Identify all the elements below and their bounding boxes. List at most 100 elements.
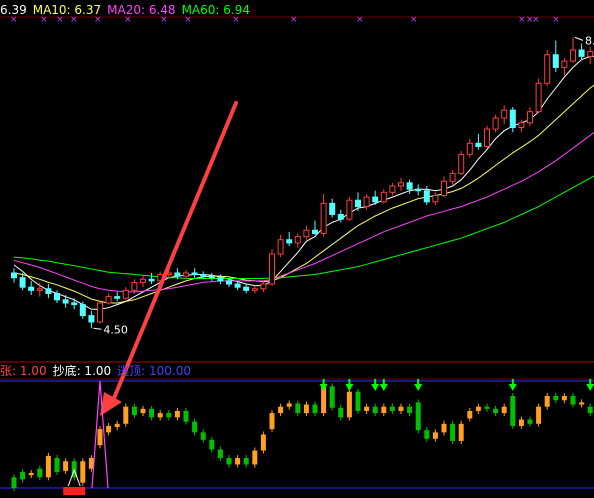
candle-body [174, 272, 181, 277]
price-candle [432, 192, 439, 205]
indicator-bar-body [174, 410, 180, 418]
indicator-bar-body [364, 406, 370, 411]
indicator-bar [346, 388, 352, 421]
indicator-bar-body [37, 468, 43, 478]
indicator-bar [484, 403, 490, 412]
price-candle [355, 192, 361, 212]
indicator-bar-body [338, 407, 344, 418]
indicator-bar [312, 401, 318, 417]
indicator-bar [338, 404, 344, 421]
indicator-bar [80, 458, 86, 486]
indicator-bar [20, 468, 26, 483]
indicator-bar [114, 420, 120, 431]
indicator-bar-body [269, 413, 275, 430]
indicator-bar-body [441, 423, 447, 433]
candle-body [45, 288, 52, 295]
indicator-bar [209, 436, 215, 453]
indicator-bar-body [278, 406, 284, 414]
candle-body [269, 253, 275, 285]
candle-body [226, 280, 232, 285]
price-candle [269, 249, 275, 286]
candle-body [492, 117, 499, 130]
ma-line-ma5 [13, 55, 594, 310]
candle-body [200, 274, 207, 277]
indicator-bar-body [243, 458, 249, 465]
indicator-bar [54, 455, 60, 475]
indicator-bar-body [346, 391, 352, 418]
candle-body [380, 191, 387, 203]
candle-body [62, 299, 69, 304]
indicator-bar-body [11, 477, 17, 488]
price-candle [501, 105, 508, 125]
price-candle [398, 178, 404, 191]
candle-body [406, 182, 413, 190]
candle-body [286, 239, 293, 244]
indicator-bar [450, 420, 456, 444]
ma-line-ma60 [13, 175, 594, 279]
price-candle [561, 57, 568, 76]
indicator-bar-body [484, 406, 490, 409]
price-candle [380, 189, 387, 204]
indicator-bar [432, 429, 438, 442]
candle-body [441, 180, 447, 196]
price-candle [97, 299, 103, 324]
indicator-bar-body [510, 395, 516, 426]
indicator-bar [226, 455, 232, 468]
price-candle [294, 233, 301, 248]
indicator-bar [217, 446, 223, 462]
indicator-bar-body [106, 425, 112, 433]
candle-body [277, 239, 284, 255]
indicator-bar [45, 452, 51, 481]
indicator-bar-body [45, 455, 51, 478]
indicator-bar [63, 458, 69, 474]
indicator-bar-body [329, 386, 335, 408]
indicator-bar-body [260, 434, 266, 451]
indicator-bar-body [252, 450, 258, 465]
indicator-bar [97, 426, 103, 449]
indicator-bar [252, 447, 258, 468]
candle-body [320, 202, 327, 234]
price-candle [492, 114, 499, 133]
indicator-item-1: 张: 1.00 [0, 364, 47, 378]
candle-body [346, 199, 353, 220]
price-candle [484, 125, 490, 149]
indicator-bar [243, 455, 249, 468]
indicator-bar [501, 403, 507, 417]
candle-body [251, 288, 258, 291]
candle-body [432, 194, 439, 203]
indicator-bar-body [192, 421, 198, 433]
candle-body [312, 229, 318, 234]
indicator-bar-body [587, 406, 593, 414]
candle-body [131, 281, 138, 291]
indicator-bar-body [432, 432, 438, 439]
indicator-bar [561, 392, 567, 404]
candle-body [389, 185, 396, 193]
price-candle [277, 235, 284, 258]
stock-chart[interactable]: ××××××××××××××××8.184.50 [0, 0, 594, 498]
candle-body [561, 60, 568, 68]
indicator-bar-body [553, 395, 559, 401]
signal-down-arrow [371, 384, 380, 391]
price-candle [458, 151, 465, 175]
price-candle [535, 78, 542, 114]
indicator-bar-body [166, 413, 172, 418]
candle-body [518, 122, 525, 129]
indicator-bar-body [372, 406, 378, 414]
candle-body [11, 272, 17, 279]
candle-body [475, 142, 482, 147]
candle-body [71, 302, 78, 306]
indicator-bar-body [235, 458, 241, 465]
indicator-bar-body [398, 406, 404, 411]
price-candle [475, 133, 482, 150]
candle-body [458, 153, 465, 174]
price-candle [191, 268, 198, 278]
indicator-bar-body [140, 408, 146, 414]
indicator-bar-body [407, 406, 413, 414]
signal-x-mark: × [518, 15, 526, 25]
indicator-bar [458, 420, 464, 444]
indicator-bar [149, 405, 155, 421]
indicator-bar [106, 422, 112, 436]
price-candle [466, 138, 473, 158]
indicator-bar [37, 465, 43, 481]
indicator-legend: 张: 1.00 抄底: 1.00 逃顶: 100.00 [0, 364, 197, 378]
